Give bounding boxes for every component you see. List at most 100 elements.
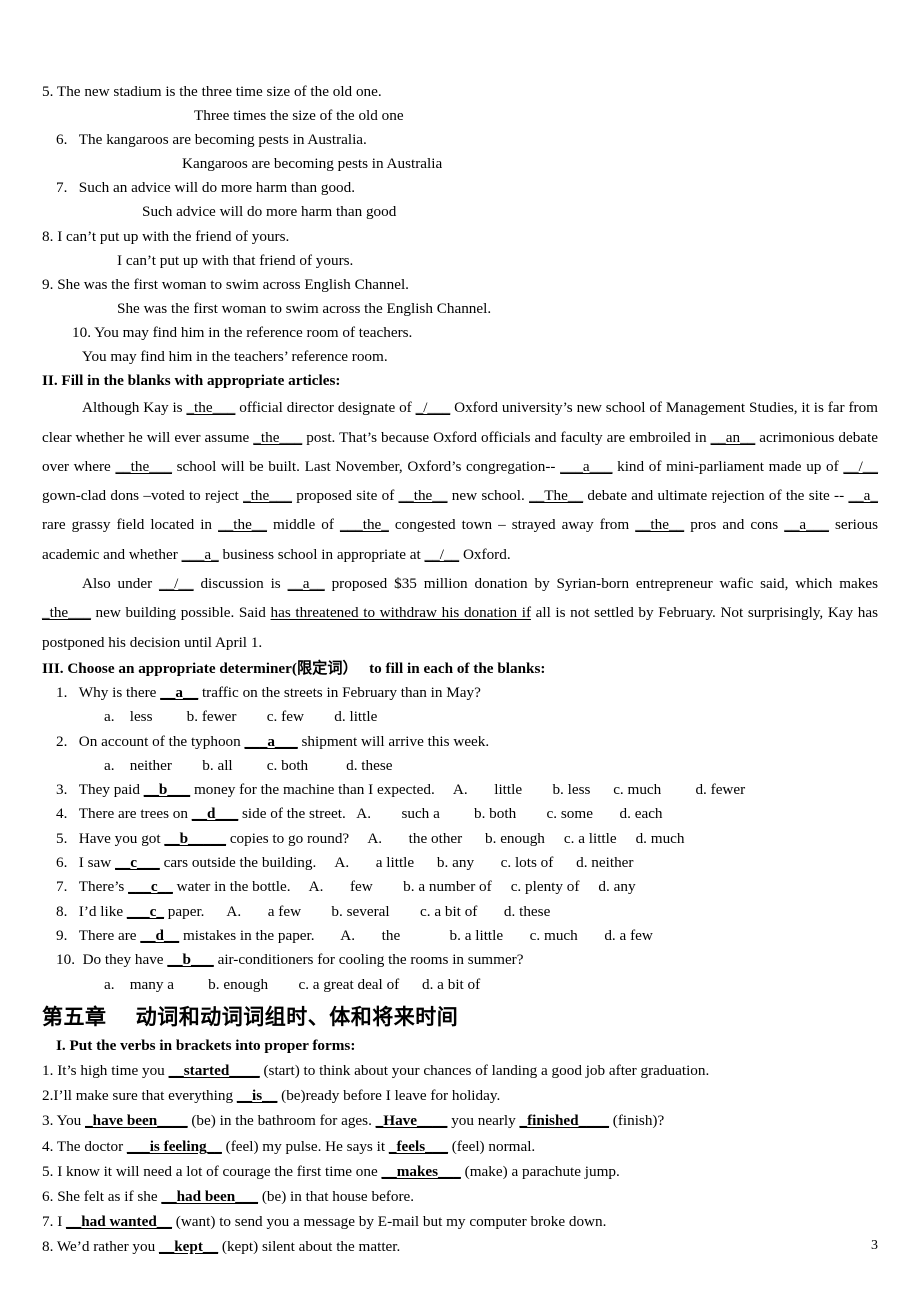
item-number: 6. xyxy=(56,131,68,149)
item-number: 7. xyxy=(56,179,68,197)
answer-blank[interactable]: __b_____ xyxy=(164,830,226,847)
item-answer-text: Three times the size of the old one xyxy=(194,107,404,125)
verb-item: 8. We’d rather you __kept__ (kept) silen… xyxy=(42,1234,878,1259)
verb-answer-blank[interactable]: ___is feeling__ xyxy=(127,1138,222,1155)
question-stem-and-options[interactable]: mistakes in the paper. A. the b. a littl… xyxy=(179,927,653,944)
chapter-five-subheading: I. Put the verbs in brackets into proper… xyxy=(56,1036,356,1054)
article-blank[interactable]: _the___ xyxy=(186,399,235,416)
verb-answer-blank[interactable]: __started____ xyxy=(169,1062,260,1079)
mc-question: 8. I’d like ___c_ paper. A. a few b. sev… xyxy=(42,900,878,924)
verb-item: 5. I know it will need a lot of courage … xyxy=(42,1159,878,1184)
article-blank[interactable]: __a_ xyxy=(848,487,878,504)
paragraph-text: congested town – strayed away from xyxy=(388,516,636,534)
answer-blank[interactable]: __a__ xyxy=(160,684,198,701)
verb-answer-blank[interactable]: __had wanted__ xyxy=(66,1213,172,1230)
article-blank[interactable]: __The__ xyxy=(529,487,583,504)
answer-blank[interactable]: ___c__ xyxy=(128,878,173,895)
question-stem-and-options[interactable]: money for the machine than I expected. A… xyxy=(190,781,745,798)
verb-answer-blank[interactable]: __had been___ xyxy=(161,1188,258,1205)
rewrite-item-original: 7. Such an advice will do more harm than… xyxy=(42,176,878,200)
rewrite-item-original: 10. You may find him in the reference ro… xyxy=(42,321,878,345)
mc-options[interactable]: a. neither b. all c. both d. these xyxy=(42,754,878,778)
article-blank[interactable]: __/__ xyxy=(425,546,460,563)
question-number: 1. xyxy=(56,683,68,701)
answer-blank[interactable]: ___c_ xyxy=(127,903,164,920)
item-answer-text: Kangaroos are becoming pests in Australi… xyxy=(182,155,443,173)
mc-question: 6. I saw __c___ cars outside the buildin… xyxy=(42,851,878,875)
article-blank[interactable]: __the__ xyxy=(399,487,448,504)
verb-item: 2.I’ll make sure that everything __is__ … xyxy=(42,1083,878,1108)
mc-question: 2. On account of the typhoon ___a___ shi… xyxy=(42,730,878,754)
item-text: She was the first woman to swim across E… xyxy=(57,275,409,293)
verb-answer-blank[interactable]: __makes___ xyxy=(382,1163,461,1180)
verb-answer-blank[interactable]: _feels___ xyxy=(389,1138,448,1155)
question-stem: There are xyxy=(78,926,141,944)
verb-answer-blank[interactable]: _Have____ xyxy=(376,1112,448,1129)
answer-blank[interactable]: __c___ xyxy=(115,854,160,871)
question-number: 8. xyxy=(56,902,68,920)
article-blank[interactable]: __the__ xyxy=(635,516,684,533)
verb-item-text: 1. It’s high time you xyxy=(42,1061,169,1079)
verb-item-text: (start) to think about your chances of l… xyxy=(259,1061,710,1079)
article-blank[interactable]: _/___ xyxy=(416,399,451,416)
paragraph-text: kind of mini-parliament made up of xyxy=(612,457,844,475)
rewrite-item-original: 5. The new stadium is the three time siz… xyxy=(42,80,878,104)
mc-options[interactable]: a. less b. fewer c. few d. little xyxy=(42,705,878,729)
verb-item: 1. It’s high time you __started____ (sta… xyxy=(42,1058,878,1083)
article-blank[interactable]: ___the_ xyxy=(340,516,389,533)
item-number: 9. xyxy=(42,275,54,293)
question-stem-and-options[interactable]: side of the street. A. such a b. both c.… xyxy=(238,805,663,822)
verb-answer-blank[interactable]: __kept__ xyxy=(159,1238,218,1255)
article-blank[interactable]: __a__ xyxy=(288,575,325,592)
answer-blank[interactable]: __b___ xyxy=(144,781,190,798)
question-stem: There’s xyxy=(78,878,129,896)
answer-blank[interactable]: __b___ xyxy=(167,951,213,968)
answer-blank[interactable]: ___a___ xyxy=(245,733,298,750)
answer-blank[interactable]: __d__ xyxy=(140,927,179,944)
article-blank[interactable]: ___a_ xyxy=(182,546,219,563)
question-stem: Have you got xyxy=(78,829,165,847)
verb-answer-blank[interactable]: __is__ xyxy=(237,1087,278,1104)
article-blank[interactable]: _the___ xyxy=(253,429,302,446)
paragraph-text: gown-clad dons –voted to reject xyxy=(42,487,244,505)
item-number: 5. xyxy=(42,83,54,100)
mc-options[interactable]: a. many a b. enough c. a great deal of d… xyxy=(42,973,878,997)
answer-blank[interactable]: __d___ xyxy=(192,805,238,822)
question-number: 10. xyxy=(56,951,75,969)
paragraph-text: pros and cons xyxy=(684,516,785,534)
article-blank[interactable]: __the__ xyxy=(218,516,267,533)
verb-answer-blank[interactable]: _have been____ xyxy=(85,1112,188,1129)
article-blank[interactable]: __/__ xyxy=(843,458,878,475)
verb-item-text: 8. We’d rather you xyxy=(42,1238,160,1256)
underlined-phrase: has threatened to withdraw his donation … xyxy=(270,604,531,622)
question-stem-and-options[interactable]: cars outside the building. A. a little b… xyxy=(160,854,634,871)
determiner-question-list: 1. Why is there __a__ traffic on the str… xyxy=(42,681,878,997)
verb-form-exercise-list: 1. It’s high time you __started____ (sta… xyxy=(42,1058,878,1260)
question-stem-and-options[interactable]: paper. A. a few b. several c. a bit of d… xyxy=(164,903,551,920)
article-blank[interactable]: __/__ xyxy=(159,575,194,592)
question-stem: I’d like xyxy=(78,902,127,920)
question-stem: air-conditioners for cooling the rooms i… xyxy=(213,951,524,969)
article-blank[interactable]: ___a___ xyxy=(560,458,612,475)
articles-paragraph-1: Although Kay is _the___ official directo… xyxy=(42,393,878,569)
article-blank[interactable]: _the___ xyxy=(243,487,292,504)
verb-item-text: 3. You xyxy=(42,1112,86,1130)
rewrite-item-original: 6. The kangaroos are becoming pests in A… xyxy=(42,128,878,152)
paragraph-text: proposed site of xyxy=(292,487,399,505)
question-stem-and-options[interactable]: water in the bottle. A. few b. a number … xyxy=(173,878,636,895)
item-answer-text: I can’t put up with that friend of yours… xyxy=(117,251,354,269)
verb-item-text: 6. She felt as if she xyxy=(42,1187,162,1205)
article-blank[interactable]: __a___ xyxy=(784,516,829,533)
item-text: Such an advice will do more harm than go… xyxy=(78,179,356,197)
rewrite-exercise-list: 5. The new stadium is the three time siz… xyxy=(42,80,878,369)
article-blank[interactable]: __an__ xyxy=(711,429,756,446)
verb-answer-blank[interactable]: _finished____ xyxy=(520,1112,609,1129)
article-blank[interactable]: __the___ xyxy=(115,458,172,475)
article-blank[interactable]: _the___ xyxy=(42,604,91,621)
question-stem: I saw xyxy=(78,854,116,872)
question-stem-and-options[interactable]: copies to go round? A. the other b. enou… xyxy=(226,830,685,847)
verb-item-text: 7. I xyxy=(42,1213,67,1231)
verb-item-text: (be) in the bathroom for ages. xyxy=(187,1112,376,1130)
question-stem: There are trees on xyxy=(78,805,192,823)
mc-question: 7. There’s ___c__ water in the bottle. A… xyxy=(42,875,878,899)
